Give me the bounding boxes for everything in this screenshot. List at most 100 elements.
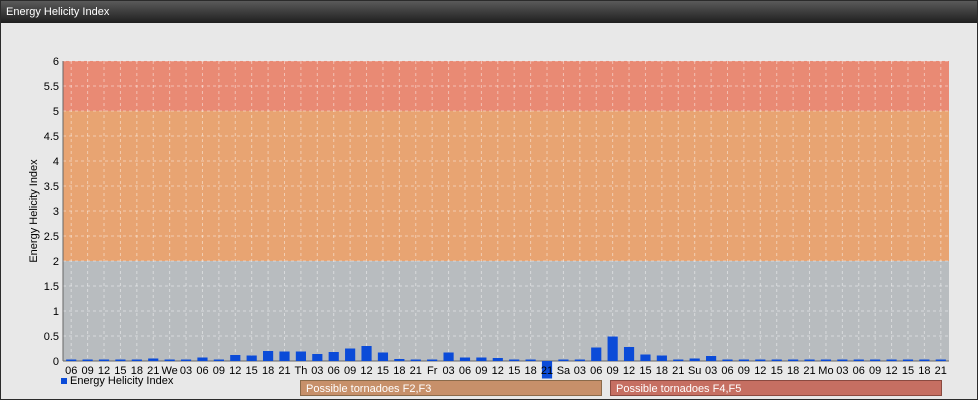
- bar: [115, 359, 126, 361]
- x-tick-label: 18: [524, 365, 536, 377]
- x-tick-label: 03: [836, 365, 848, 377]
- bar: [902, 359, 914, 361]
- x-tick-label: 18: [787, 365, 799, 377]
- bar: [312, 354, 323, 361]
- y-tick-label: 1: [53, 306, 59, 318]
- x-tick-label: 03: [311, 365, 323, 377]
- bar: [558, 359, 569, 361]
- bar: [656, 355, 667, 361]
- bar: [525, 359, 536, 361]
- bar: [230, 355, 241, 361]
- x-tick-label: 09: [869, 365, 881, 377]
- x-tick-label: 18: [393, 365, 405, 377]
- x-tick-label: 18: [656, 365, 668, 377]
- x-tick-label: 03: [574, 365, 586, 377]
- x-tick-label: 03: [705, 365, 717, 377]
- legend[interactable]: Energy Helicity Index: [61, 375, 173, 387]
- bar: [246, 355, 257, 361]
- y-tick-label: 3.5: [44, 181, 59, 193]
- bar: [755, 359, 766, 361]
- x-tick-label: Th: [294, 365, 307, 377]
- x-tick-label: 21: [410, 365, 422, 377]
- bar: [853, 359, 864, 361]
- bar: [279, 351, 290, 361]
- bar: [295, 351, 306, 361]
- bar: [476, 357, 487, 361]
- bar: [98, 359, 110, 361]
- bar: [919, 359, 930, 361]
- y-tick-label: 5.5: [44, 81, 59, 93]
- bar: [459, 357, 471, 361]
- bar: [377, 352, 389, 361]
- y-tick-label: 1.5: [44, 281, 59, 293]
- x-tick-label: 15: [508, 365, 520, 377]
- bar: [197, 357, 208, 361]
- x-tick-label: 06: [721, 365, 733, 377]
- bar: [328, 352, 339, 361]
- bar: [886, 359, 897, 361]
- bar: [722, 359, 733, 361]
- bar: [443, 352, 454, 361]
- x-tick-label: 12: [360, 365, 372, 377]
- bar: [591, 347, 602, 361]
- x-tick-label: 09: [344, 365, 356, 377]
- chart-window: Energy Helicity Index 0 0.5 1 1.5 2 2.5 3 3.5 4 4…: [0, 0, 978, 400]
- y-axis-label: Energy Helicity Index: [28, 159, 40, 263]
- y-tick-label: 4: [53, 156, 59, 168]
- x-tick-label: 12: [492, 365, 504, 377]
- bar: [164, 359, 175, 361]
- y-tick-label: 0: [53, 356, 59, 368]
- bar: [427, 359, 438, 361]
- x-tick-label: 06: [196, 365, 208, 377]
- x-tick-label: Sa: [557, 365, 571, 377]
- x-tick-label: 21: [935, 365, 947, 377]
- bar: [640, 354, 651, 361]
- x-tick-label: Su: [688, 365, 701, 377]
- bar: [131, 359, 142, 361]
- y-tick-label: 0.5: [44, 331, 59, 343]
- x-tick-label: 12: [623, 365, 635, 377]
- x-tick-label: 18: [918, 365, 930, 377]
- x-tick-label: 15: [902, 365, 914, 377]
- bar: [263, 351, 274, 361]
- x-tick-label: 06: [328, 365, 340, 377]
- y-tick-label: 6: [53, 56, 59, 68]
- bar: [706, 356, 717, 361]
- y-tick-label: 2: [53, 256, 59, 268]
- bar: [345, 348, 356, 361]
- x-tick-label: 06: [590, 365, 602, 377]
- bar: [82, 359, 93, 361]
- band-label-f2-f3: Possible tornadoes F2,F3: [300, 380, 602, 396]
- y-tick-label: 3: [53, 206, 59, 218]
- bar: [870, 359, 881, 361]
- x-tick-label: 09: [607, 365, 619, 377]
- bar: [509, 359, 520, 361]
- chart-canvas: 0 0.5 1 1.5 2 2.5 3 3.5 4 4.5 5 5.5 6 Energy Helicity…: [28, 56, 949, 379]
- bar: [689, 358, 700, 361]
- bar: [410, 359, 421, 361]
- window-title: Energy Helicity Index: [1, 1, 977, 23]
- bar: [788, 359, 799, 361]
- x-tick-label: 15: [639, 365, 651, 377]
- x-tick-label: 15: [771, 365, 783, 377]
- x-tick-label: 03: [180, 365, 192, 377]
- x-tick-label: 21: [541, 365, 553, 377]
- x-tick-label: 03: [442, 365, 454, 377]
- x-tick-label: Fr: [427, 365, 438, 377]
- bar: [148, 358, 159, 361]
- legend-swatch: [61, 378, 67, 384]
- bar: [394, 359, 405, 361]
- bar: [66, 359, 77, 361]
- x-tick-label: 12: [885, 365, 897, 377]
- x-tick-label: 21: [672, 365, 684, 377]
- x-tick-label: 06: [459, 365, 471, 377]
- x-tick-label: 21: [803, 365, 815, 377]
- y-tick-label: 5: [53, 106, 59, 118]
- y-tick-label: 4.5: [44, 131, 59, 143]
- bar: [738, 359, 749, 361]
- bar: [623, 347, 635, 361]
- bar: [180, 359, 192, 361]
- bar: [361, 346, 372, 361]
- x-tick-label: Mo: [818, 365, 833, 377]
- legend-label: Energy Helicity Index: [70, 375, 174, 387]
